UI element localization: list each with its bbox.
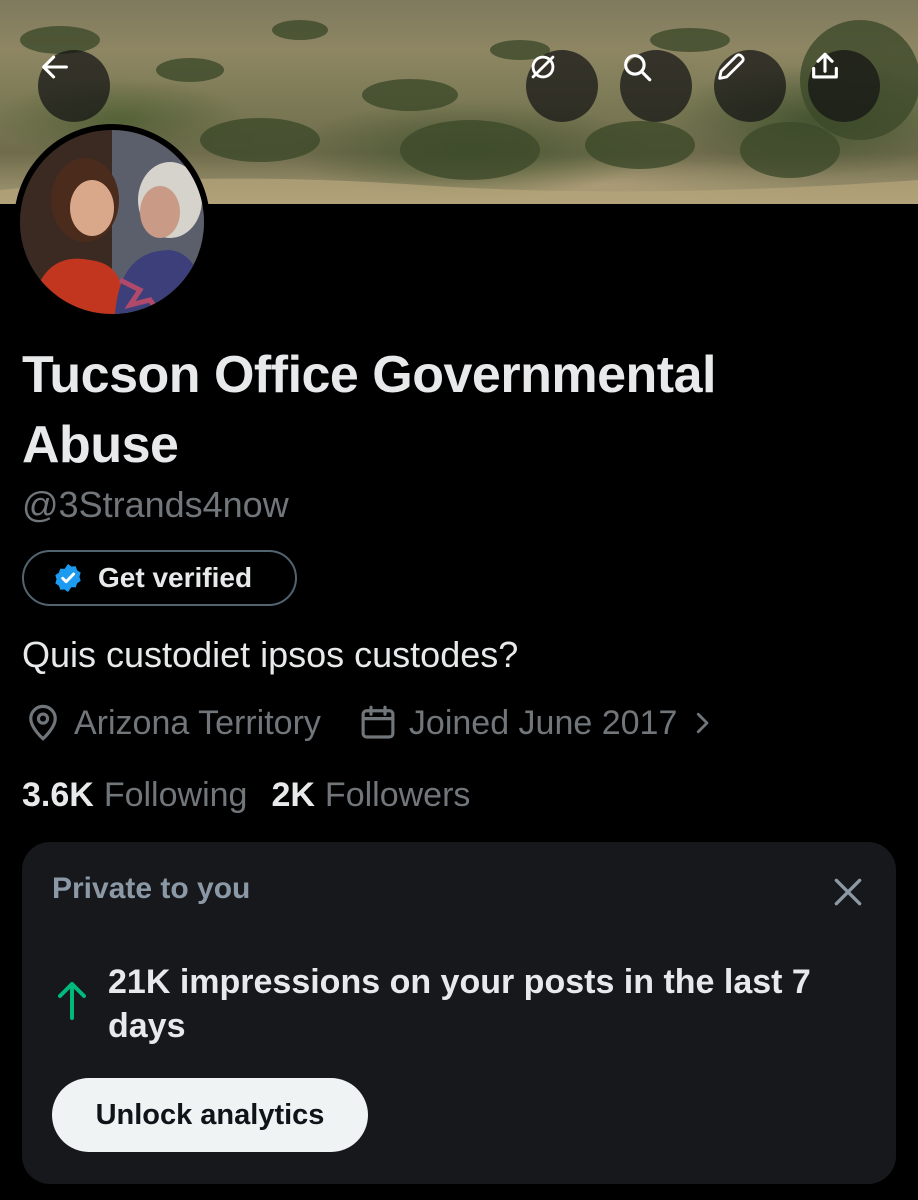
followers-count: 2K [271,776,315,814]
profile-name: Tucson Office Governmental Abuse [22,346,716,474]
profile-meta: Arizona Territory Joined June 2017 [22,700,717,746]
followers-link[interactable]: 2K Followers [271,776,470,815]
pencil-icon [718,53,745,80]
arrow-up-icon [58,982,86,1020]
share-icon [812,52,838,79]
following-count: 3.6K [22,776,94,814]
joined-item[interactable]: Joined June 2017 [357,702,717,744]
search-button[interactable] [620,50,692,122]
profile-page: Tucson Office Governmental Abuse @3Stran… [0,0,918,1200]
impressions-headline: 21K impressions on your posts in the las… [108,963,811,1045]
chevron-right-icon [697,712,709,734]
following-label: Following [103,776,248,814]
circle-slash-icon [531,55,555,79]
following-link[interactable]: 3.6K Following [22,776,247,815]
followers-label: Followers [324,776,471,814]
grok-button[interactable] [526,50,598,122]
back-button[interactable] [38,50,110,122]
get-verified-label: Get verified [98,562,253,593]
private-analytics-card: Private to you 21K impressions on your p… [22,842,896,1184]
card-title: Private to you [52,872,251,905]
avatar-photo [20,130,204,314]
avatar-image [20,130,204,314]
unlock-analytics-button[interactable]: Unlock analytics [52,1078,368,1152]
location-item: Arizona Territory [22,702,321,744]
location-text: Arizona Territory [74,703,321,742]
calendar-icon [361,705,395,739]
avatar[interactable] [14,124,210,320]
verified-badge-icon [55,564,81,592]
joined-text: Joined June 2017 [408,703,678,742]
search-icon [624,54,652,82]
profile-stats: 3.6K Following 2K Followers [22,776,470,815]
edit-button[interactable] [714,50,786,122]
arrow-left-icon [42,55,68,79]
close-icon[interactable] [828,872,868,912]
profile-bio: Quis custodiet ipsos custodes? [22,634,519,675]
location-pin-icon [29,704,57,741]
get-verified-button[interactable]: Get verified [22,550,297,606]
profile-handle: @3Strands4now [22,484,289,525]
share-button[interactable] [808,50,880,122]
